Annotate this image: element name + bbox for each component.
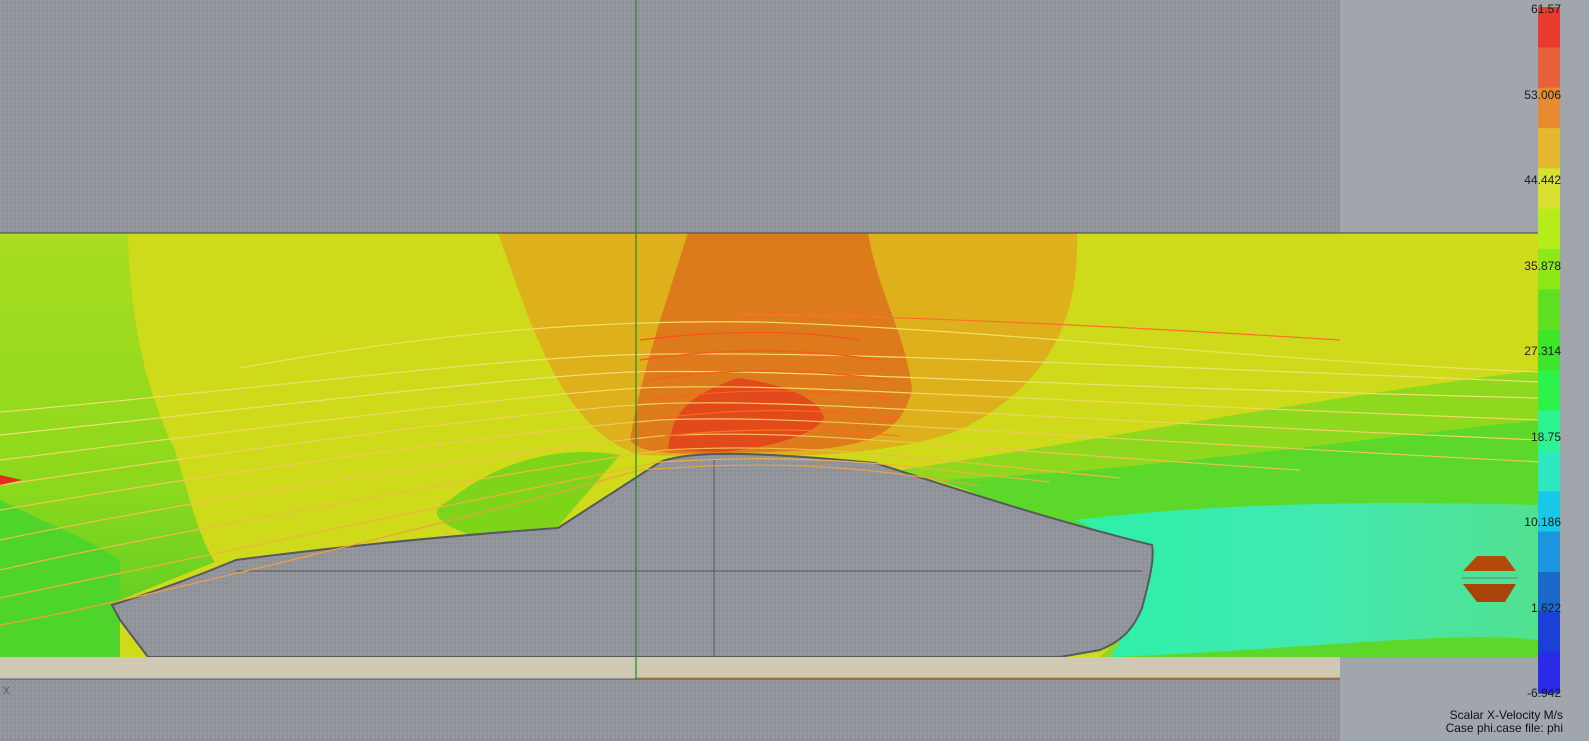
ground-plane [0,657,1340,679]
legend-tick-label: 27.314 [1524,344,1561,358]
legend-tick-label: 44.442 [1524,173,1561,187]
legend-tick-label: 18.75 [1530,429,1561,444]
case-file-label: Case phi.case file: phi [1445,721,1563,735]
color-band [1538,208,1560,250]
mesh-region-top [0,0,1340,233]
color-band [1538,612,1560,654]
color-band [1538,450,1560,492]
legend-tick-label: 1.622 [1530,600,1561,615]
simulation-viewport[interactable] [0,0,1589,741]
legend-tick-label: 35.878 [1524,258,1561,273]
color-band [1538,128,1560,170]
legend-tick-label: 10.186 [1524,515,1561,529]
cfd-viewer: 61.57 53.006 44.442 35.878 27.314 18.75 10.186… [0,0,1589,741]
legend-caption: Scalar X-Velocity M/s Case phi.case file… [1446,709,1563,735]
legend-tick-label: 61.57 [1530,2,1561,16]
color-band [1538,289,1560,331]
legend-tick-label: -6.942 [1526,686,1561,700]
legend-tick-label: 53.006 [1524,87,1561,102]
color-band [1538,531,1560,573]
color-band [1538,47,1560,89]
mesh-region-bottom [0,679,1340,741]
axis-indicator: X [3,686,10,697]
color-band [1538,370,1560,412]
